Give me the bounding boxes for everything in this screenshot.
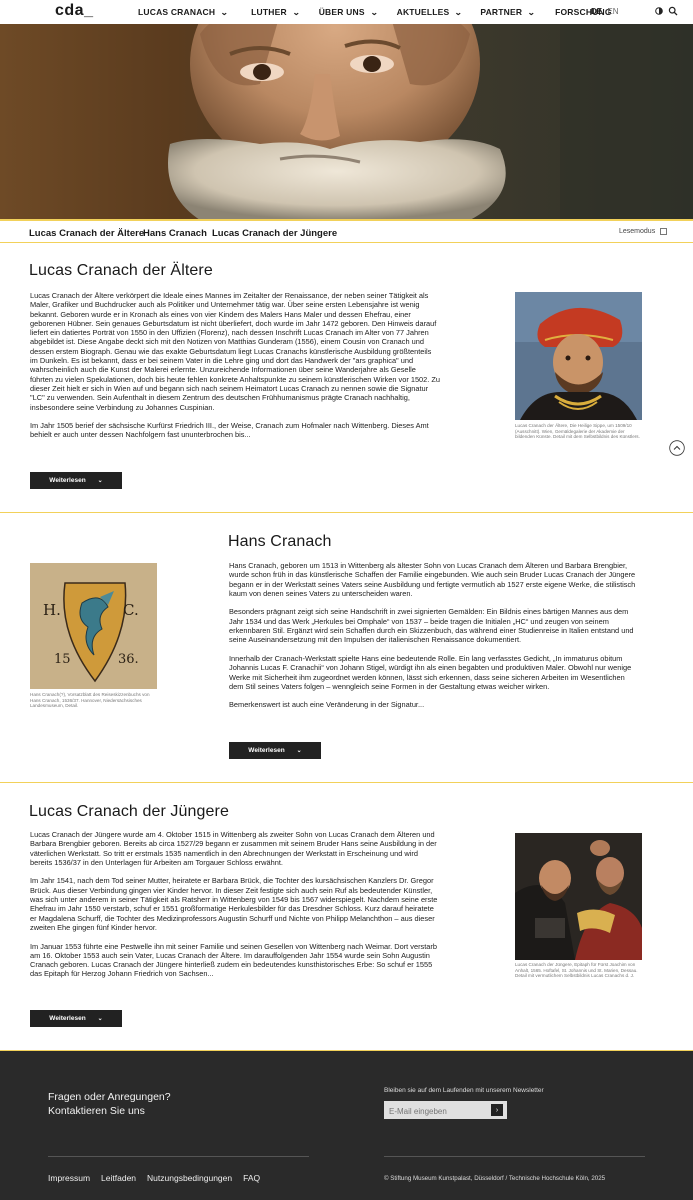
contact-prompt[interactable]: Fragen oder Anregungen? Kontaktieren Sie… [48,1090,171,1118]
hero-portrait-image [0,24,693,220]
newsletter-form: › [384,1101,507,1121]
sketch-initial-c: C. [123,601,139,619]
footer-link-leitfaden[interactable]: Leitfaden [101,1173,136,1183]
sketchbook-page-image: H. C. 15 36. [30,563,157,689]
accent-divider [0,512,693,513]
chevron-down-icon: ⌄ [292,7,301,17]
footer-link-impressum[interactable]: Impressum [48,1173,90,1183]
footer-divider [48,1156,309,1157]
site-logo[interactable]: cda_ [55,2,93,20]
accent-divider [0,782,693,783]
language-switcher: DE EN [591,7,618,16]
chevron-down-icon: ⌄ [527,7,536,17]
sketch-year-right: 36. [118,652,139,667]
section-title-lucas-juengere: Lucas Cranach der Jüngere [29,803,229,820]
chevron-down-icon: ⌄ [370,7,379,17]
chevron-down-icon: ⌄ [454,7,464,17]
section-body-lucas-aeltere: Lucas Cranach der Ältere verkörpert die … [30,291,441,440]
section-subnav: Lucas Cranach der Ältere Hans Cranach Lu… [0,221,693,242]
copyright: © Stiftung Museum Kunstpalast, Düsseldor… [384,1175,606,1182]
section-title-hans-cranach: Hans Cranach [228,533,332,550]
nav-item-aktuelles[interactable]: AKTUELLES ⌄ [397,7,463,17]
newsletter-email-input[interactable] [384,1102,488,1121]
footer-links: Impressum Leitfaden Nutzungsbedingungen … [48,1173,271,1183]
accent-divider [0,242,693,243]
chevron-down-icon: ⌄ [97,478,103,484]
search-icon[interactable] [668,6,678,16]
footer-link-nutzungsbedingungen[interactable]: Nutzungsbedingungen [147,1173,232,1183]
theme-toggle-icon[interactable] [654,6,664,16]
read-more-button[interactable]: Weiterlesen ⌄ [229,742,321,759]
image-caption: Hans Cranach(?), Vorsatzblatt des Reises… [30,692,150,708]
scroll-to-top-icon[interactable] [669,440,685,456]
lang-de[interactable]: DE [591,7,602,16]
nav-item-partner[interactable]: PARTNER ⌄ [480,7,535,17]
site-footer: Fragen oder Anregungen? Kontaktieren Sie… [0,1051,693,1200]
reading-mode-toggle[interactable]: Lesemodus [619,228,668,235]
reading-mode-checkbox[interactable] [660,228,668,235]
footer-divider [384,1156,645,1157]
section-body-lucas-juengere: Lucas Cranach der Jüngere wurde am 4. Ok… [30,830,438,979]
sketch-initial-h: H. [43,601,61,619]
chevron-down-icon: ⌄ [97,1016,103,1022]
read-more-button[interactable]: Weiterlesen ⌄ [30,472,122,489]
lang-en[interactable]: EN [607,7,618,16]
chevron-down-icon: ⌄ [220,7,229,17]
epitaph-detail-image [515,833,642,960]
nav-item-ueber-uns[interactable]: ÜBER UNS ⌄ [319,7,378,17]
section-title-lucas-aeltere: Lucas Cranach der Ältere [29,262,213,279]
read-more-button[interactable]: Weiterlesen ⌄ [30,1010,122,1027]
subnav-hans-cranach[interactable]: Hans Cranach [143,228,207,239]
sketch-year-left: 15 [54,652,71,667]
image-caption: Lucas Cranach der Ältere, Die Heilige Si… [515,423,640,439]
portrait-lucas-aeltere-image [515,292,642,420]
subnav-lucas-juengere[interactable]: Lucas Cranach der Jüngere [212,228,337,239]
section-body-hans-cranach: Hans Cranach, geboren um 1513 in Wittenb… [229,561,636,710]
main-menu: LUCAS CRANACH ⌄ LUTHER ⌄ ÜBER UNS ⌄ AKTU… [138,7,632,17]
newsletter-label: Bleiben sie auf dem Laufenden mit unsere… [384,1087,544,1094]
nav-item-lucas-cranach[interactable]: LUCAS CRANACH ⌄ [138,7,229,17]
subnav-lucas-aeltere[interactable]: Lucas Cranach der Ältere [29,228,144,239]
image-caption: Lucas Cranach der Jüngere, Epitaph für F… [515,962,638,978]
top-navigation: cda_ LUCAS CRANACH ⌄ LUTHER ⌄ ÜBER UNS ⌄… [0,0,693,24]
newsletter-submit-arrow-icon[interactable]: › [491,1104,503,1116]
footer-link-faq[interactable]: FAQ [243,1173,260,1183]
chevron-down-icon: ⌄ [296,748,302,754]
nav-item-luther[interactable]: LUTHER ⌄ [251,7,300,17]
